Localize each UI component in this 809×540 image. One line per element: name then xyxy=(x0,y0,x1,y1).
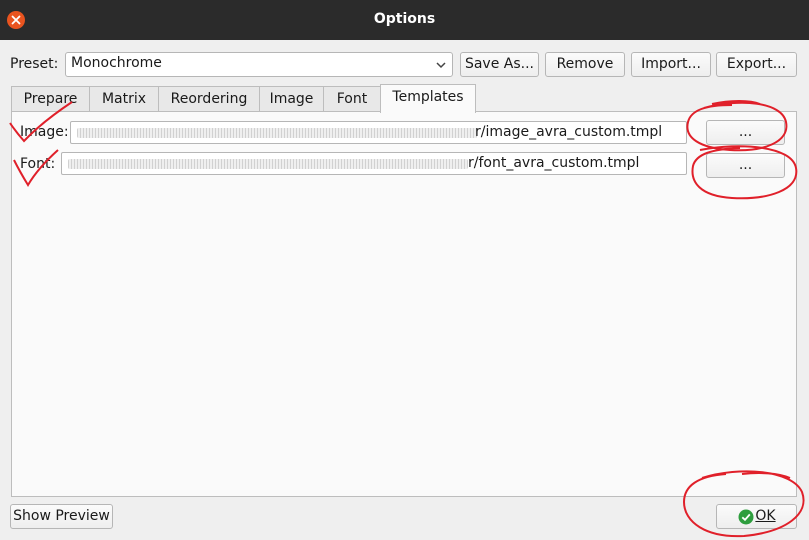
show-preview-button[interactable]: Show Preview xyxy=(10,504,113,529)
tab-templates[interactable]: Templates xyxy=(380,84,476,113)
preset-select[interactable]: Monochrome xyxy=(65,52,453,77)
preset-label: Preset: xyxy=(10,56,59,72)
import-button[interactable]: Import... xyxy=(631,52,711,77)
tab-reordering[interactable]: Reordering xyxy=(158,86,260,113)
redacted-path xyxy=(77,128,477,138)
tab-matrix[interactable]: Matrix xyxy=(89,86,159,113)
redacted-path xyxy=(68,159,468,169)
image-template-label: Image: xyxy=(20,124,69,140)
image-template-browse-button[interactable]: ... xyxy=(706,120,785,145)
save-as-button[interactable]: Save As... xyxy=(460,52,539,77)
export-button[interactable]: Export... xyxy=(716,52,797,77)
window-title: Options xyxy=(373,11,436,27)
font-template-path: r/font_avra_custom.tmpl xyxy=(468,155,640,171)
font-template-label: Font: xyxy=(20,156,56,172)
check-circle-icon xyxy=(738,509,754,525)
ok-label: OK xyxy=(755,508,776,524)
tab-prepare[interactable]: Prepare xyxy=(11,86,90,113)
preset-value: Monochrome xyxy=(71,55,162,71)
remove-button[interactable]: Remove xyxy=(545,52,625,77)
title-bar: Options xyxy=(0,0,809,40)
font-template-field[interactable]: r/font_avra_custom.tmpl xyxy=(61,152,687,175)
font-template-browse-button[interactable]: ... xyxy=(706,153,785,178)
chevron-down-icon xyxy=(436,62,446,69)
image-template-field[interactable]: r/image_avra_custom.tmpl xyxy=(70,121,687,144)
image-template-path: r/image_avra_custom.tmpl xyxy=(475,124,663,140)
tab-font[interactable]: Font xyxy=(323,86,381,113)
tab-image[interactable]: Image xyxy=(259,86,324,113)
ok-button[interactable]: OK xyxy=(716,504,797,529)
